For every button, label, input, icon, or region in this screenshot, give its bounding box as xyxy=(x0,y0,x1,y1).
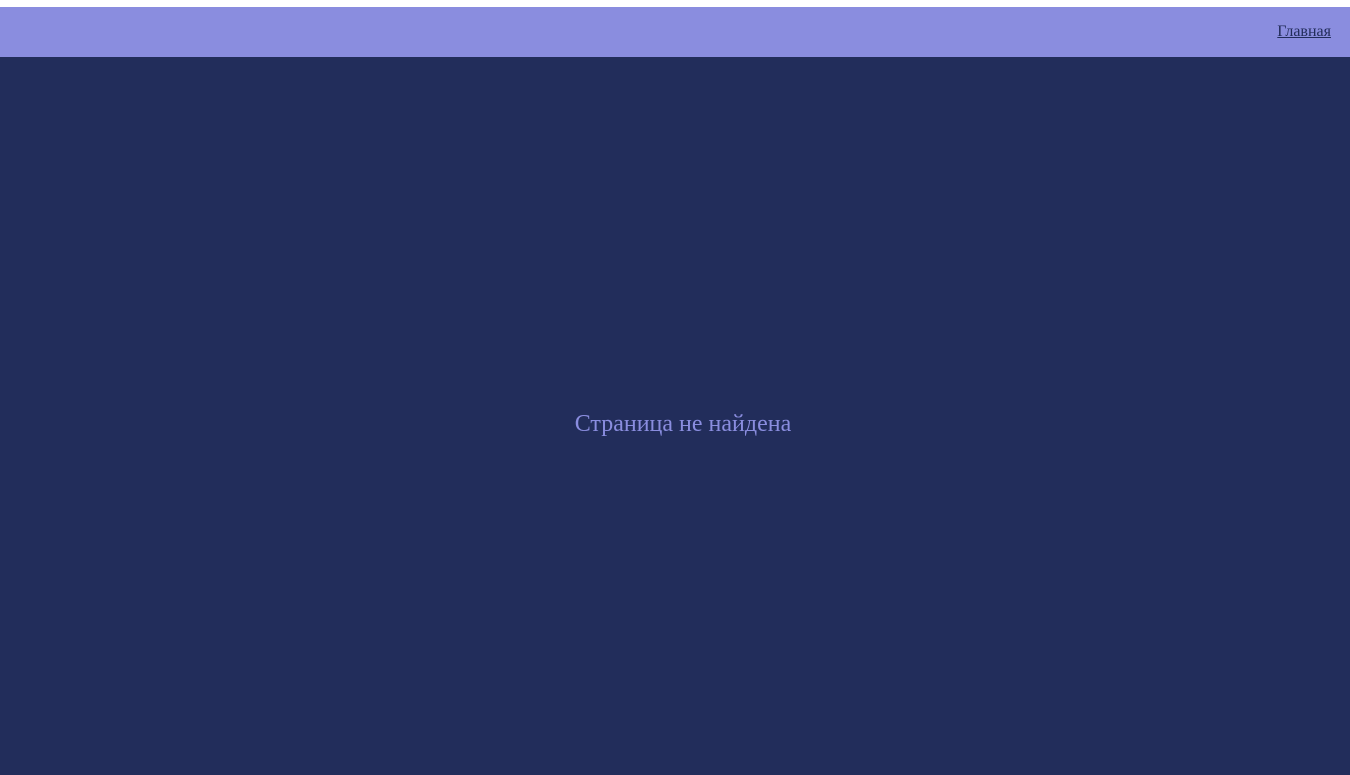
home-link[interactable]: Главная xyxy=(1277,22,1331,42)
top-gap xyxy=(0,0,1350,7)
main-content: Страница не найдена xyxy=(0,57,1350,775)
top-header: Главная xyxy=(0,7,1350,57)
not-found-message: Страница не найдена xyxy=(574,411,792,437)
